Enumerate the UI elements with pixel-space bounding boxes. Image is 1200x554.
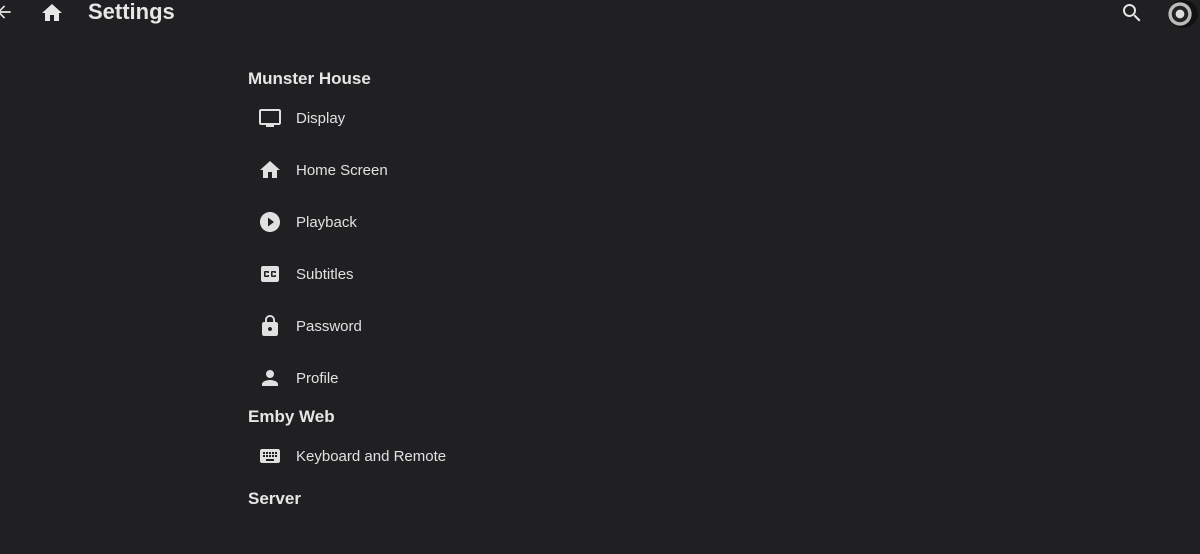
search-button[interactable] (1120, 1, 1144, 25)
lock-icon (258, 314, 282, 338)
person-icon (258, 366, 282, 390)
monitor-icon (258, 106, 282, 130)
user-avatar[interactable] (1168, 0, 1198, 28)
settings-item-label: Subtitles (296, 265, 354, 283)
home-icon (258, 158, 282, 182)
play-circle-icon (258, 210, 282, 234)
section-title-emby-web: Emby Web (248, 407, 335, 426)
section-title-server: Server (248, 489, 301, 508)
settings-list: Munster House Display Home Screen Playba… (248, 66, 446, 512)
page-title: Settings (88, 0, 175, 24)
settings-item-label: Profile (296, 369, 339, 387)
settings-item-playback[interactable]: Playback (258, 196, 446, 248)
settings-item-label: Password (296, 317, 362, 335)
home-button[interactable] (40, 1, 64, 25)
settings-item-label: Playback (296, 213, 357, 231)
settings-item-label: Display (296, 109, 346, 127)
settings-item-password[interactable]: Password (258, 300, 446, 352)
settings-item-display[interactable]: Display (258, 92, 446, 144)
app-header: Settings (0, 0, 1200, 28)
keyboard-icon (258, 444, 282, 468)
settings-item-label: Keyboard and Remote (296, 447, 447, 465)
settings-item-profile[interactable]: Profile (258, 352, 446, 404)
settings-item-label: Home Screen (296, 161, 388, 179)
closed-caption-icon (258, 262, 282, 286)
arrow-back-icon (0, 5, 11, 19)
settings-item-subtitles[interactable]: Subtitles (258, 248, 446, 300)
back-button[interactable] (0, 2, 14, 22)
settings-item-keyboard-and-remote[interactable]: Keyboard and Remote (258, 430, 446, 482)
settings-item-home-screen[interactable]: Home Screen (258, 144, 446, 196)
section-title-munster-house: Munster House (248, 69, 371, 88)
search-icon (1123, 4, 1141, 22)
home-icon (42, 4, 62, 21)
